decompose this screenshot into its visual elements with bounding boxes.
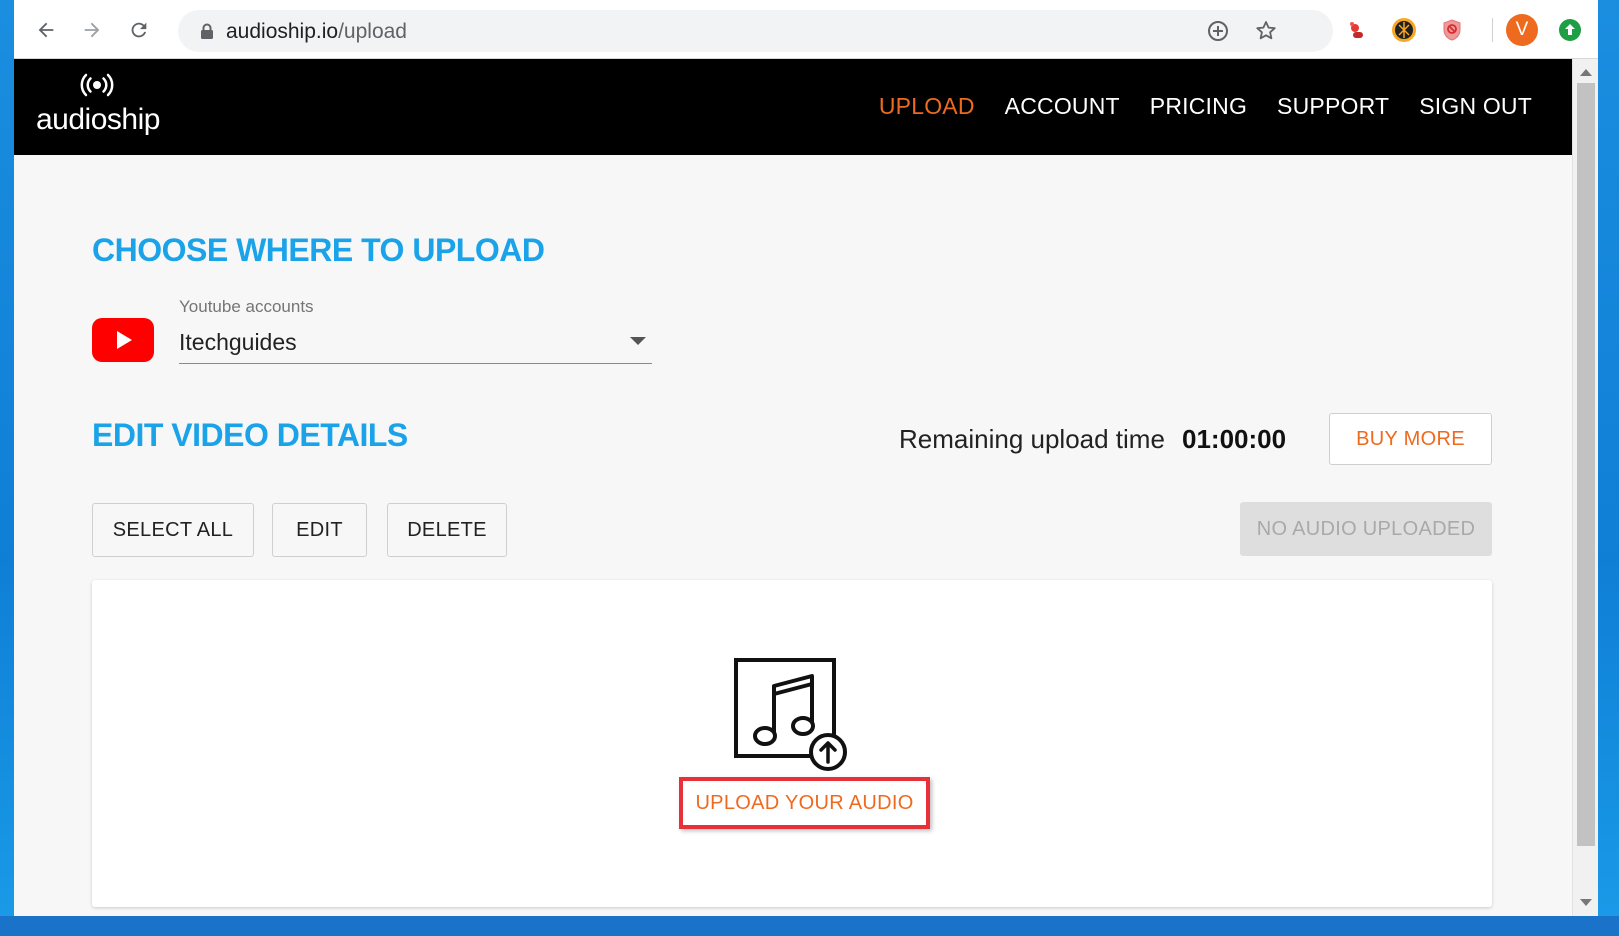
reload-button[interactable]: [123, 14, 155, 46]
back-button[interactable]: [30, 14, 62, 46]
nav-sign-out[interactable]: SIGN OUT: [1419, 93, 1532, 120]
logo-text: audioship: [36, 103, 160, 136]
avatar[interactable]: V: [1506, 14, 1538, 46]
remaining-time-label: Remaining upload time: [899, 424, 1165, 454]
no-audio-uploaded-button: NO AUDIO UPLOADED: [1240, 502, 1492, 556]
youtube-accounts-label: Youtube accounts: [179, 297, 314, 316]
toolbar-divider: [1492, 18, 1493, 42]
lock-icon: [200, 23, 214, 45]
add-icon[interactable]: [1206, 19, 1230, 43]
browser-toolbar: audioship.io/upload V: [14, 0, 1598, 59]
music-upload-icon[interactable]: [732, 656, 852, 779]
buy-more-button[interactable]: BUY MORE: [1329, 413, 1492, 465]
url-text: audioship.io/upload: [226, 20, 407, 43]
nav-support[interactable]: SUPPORT: [1277, 93, 1389, 120]
shield-icon[interactable]: [1439, 17, 1465, 43]
scroll-down-arrow-icon[interactable]: [1580, 899, 1592, 906]
desktop-background: [0, 916, 1619, 936]
upload-panel: UPLOAD YOUR AUDIO: [92, 580, 1492, 907]
reload-icon: [131, 22, 147, 38]
nav-account[interactable]: ACCOUNT: [1005, 93, 1120, 120]
page-scrollbar[interactable]: [1572, 59, 1598, 916]
upload-your-audio-link[interactable]: UPLOAD YOUR AUDIO: [695, 792, 913, 815]
edit-button[interactable]: EDIT: [272, 503, 367, 557]
forward-arrow-icon: [84, 22, 100, 38]
select-value: Itechguides: [179, 329, 297, 355]
youtube-icon: [92, 318, 154, 367]
main-nav: UPLOAD ACCOUNT PRICING SUPPORT SIGN OUT: [879, 93, 1532, 120]
select-all-button[interactable]: SELECT ALL: [92, 503, 254, 557]
broadcast-icon: [80, 73, 114, 97]
forward-button[interactable]: [76, 14, 108, 46]
edit-heading: EDIT VIDEO DETAILS: [92, 417, 408, 453]
delete-button[interactable]: DELETE: [387, 503, 507, 557]
nav-pricing[interactable]: PRICING: [1150, 93, 1247, 120]
avatar-letter: V: [1515, 19, 1529, 40]
extension-icon[interactable]: [1344, 17, 1370, 43]
scroll-up-arrow-icon[interactable]: [1580, 69, 1592, 76]
extension-icon[interactable]: [1391, 17, 1417, 43]
audioship-logo[interactable]: audioship: [36, 73, 166, 143]
remaining-time-value: 01:00:00: [1182, 424, 1287, 454]
back-arrow-icon: [38, 22, 54, 38]
scrollbar-thumb[interactable]: [1577, 83, 1595, 846]
address-bar[interactable]: audioship.io/upload: [178, 10, 1333, 52]
bookmark-star-icon[interactable]: [1254, 19, 1278, 43]
browser-window: audioship.io/upload V audioship UPLOAD A…: [14, 0, 1598, 916]
nav-upload[interactable]: UPLOAD: [879, 93, 975, 120]
site-header: audioship UPLOAD ACCOUNT PRICING SUPPORT…: [14, 59, 1572, 155]
update-icon[interactable]: [1557, 17, 1583, 43]
choose-heading: CHOOSE WHERE TO UPLOAD: [92, 232, 545, 268]
youtube-account-select[interactable]: Itechguides: [179, 322, 652, 364]
dropdown-caret-icon: [630, 337, 646, 345]
upload-your-audio-highlight[interactable]: UPLOAD YOUR AUDIO: [679, 777, 930, 829]
